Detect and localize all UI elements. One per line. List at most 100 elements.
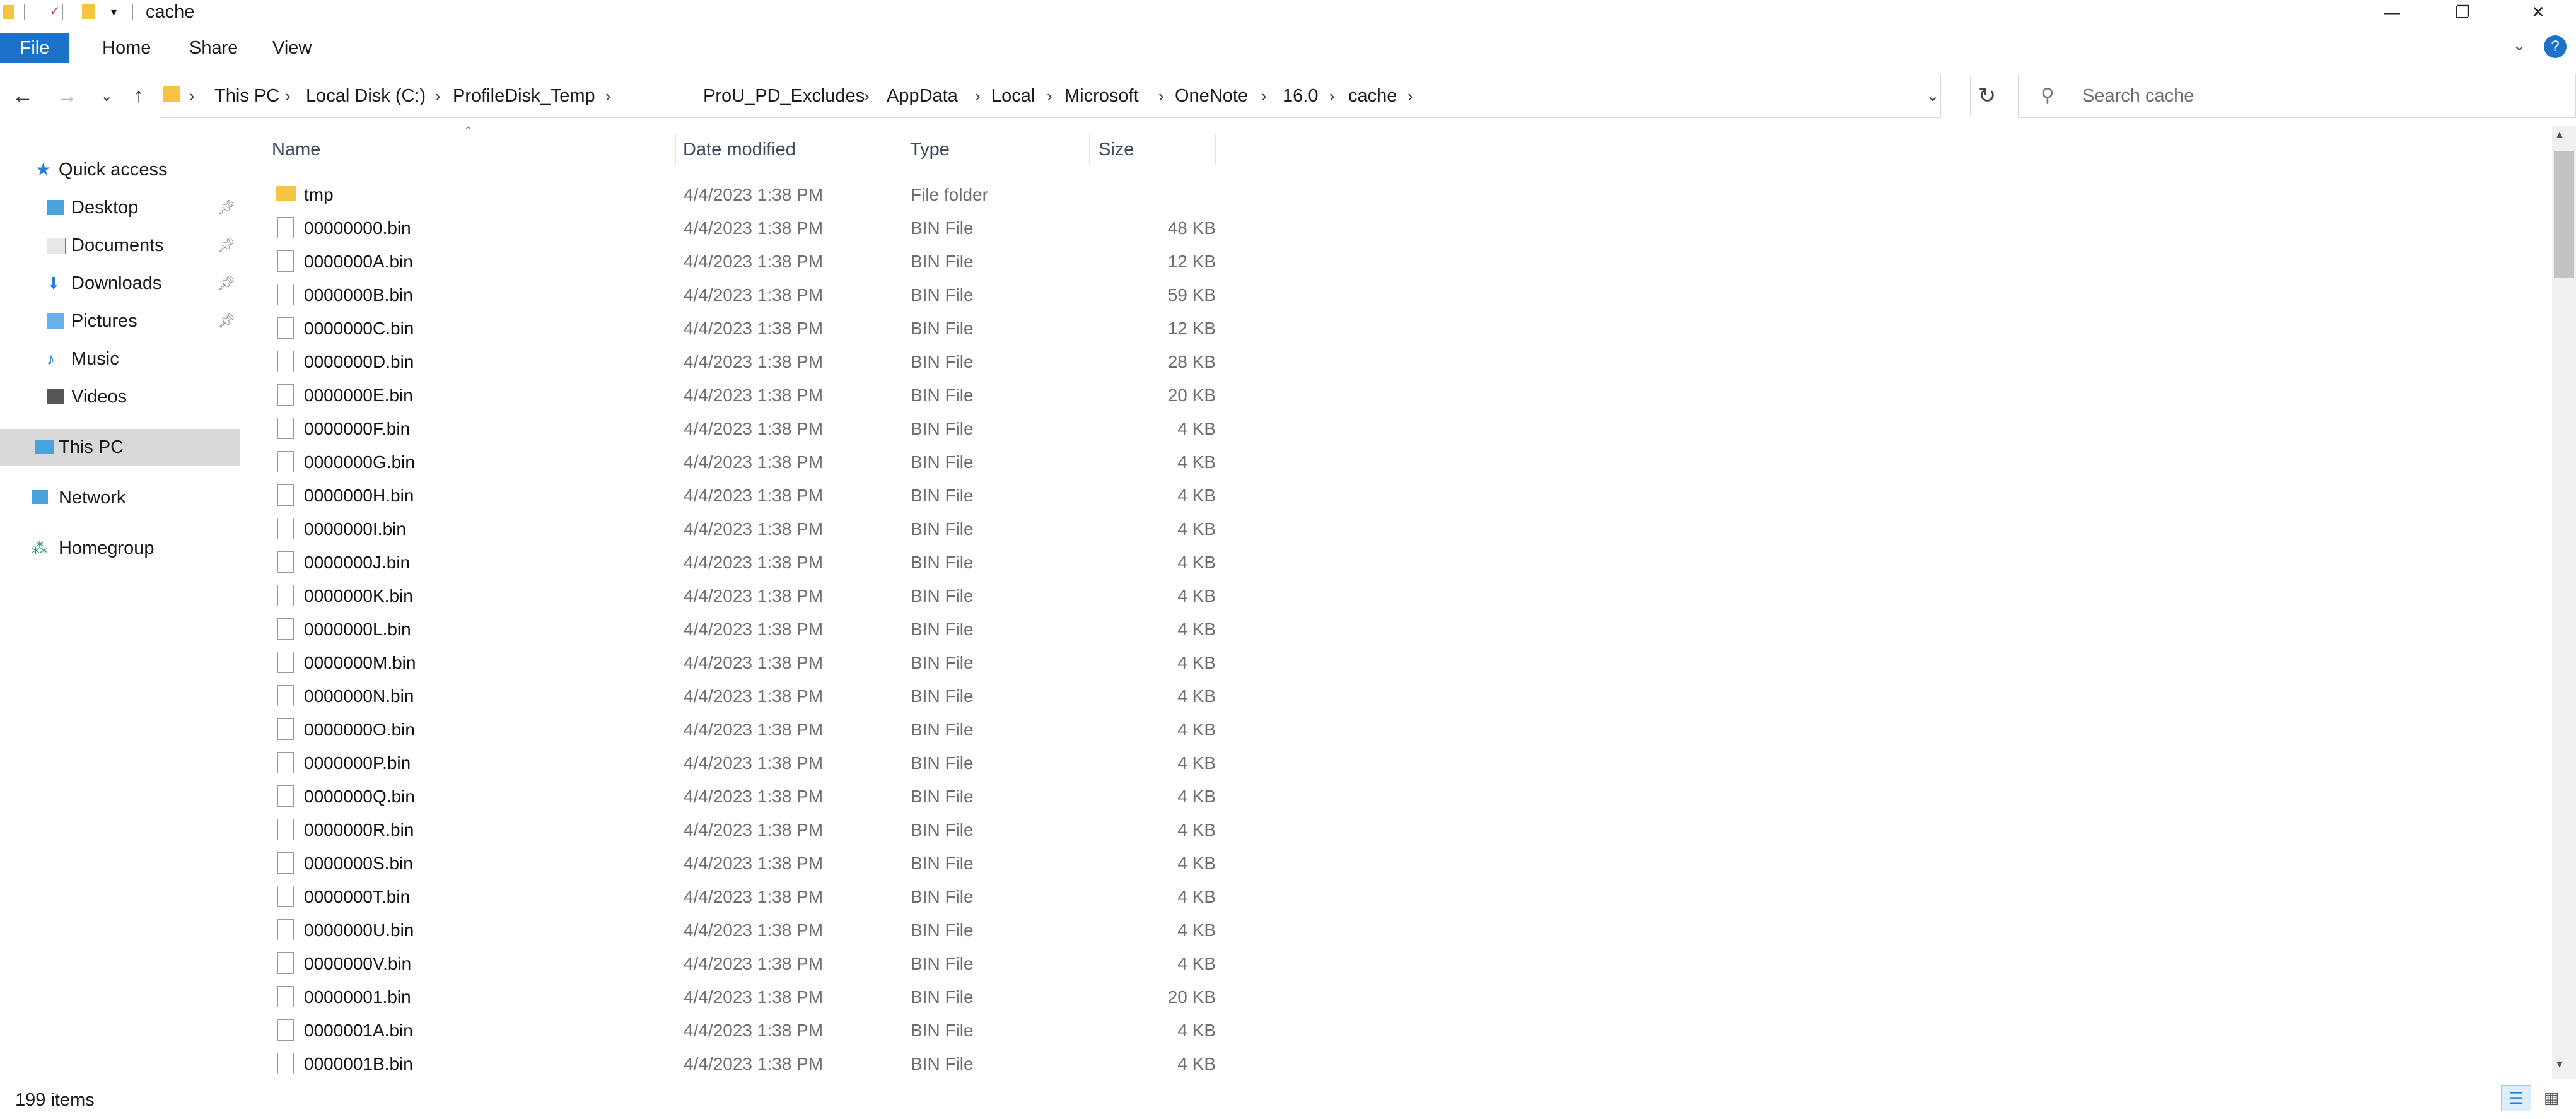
column-header-type[interactable]: Type [910,134,1087,165]
forward-icon[interactable]: → [52,77,82,115]
file-row[interactable]: 0000001B.bin 4/4/2023 1:38 PM BIN File 4 KB [265,1047,1217,1081]
nav-this-pc[interactable]: This PC [0,429,240,466]
tab-file[interactable]: File [0,33,69,63]
restore-icon[interactable]: ❐ [2428,0,2497,24]
nav-quick-access[interactable]: ★ Quick access [0,151,240,188]
column-header-name[interactable]: Name [272,134,675,165]
chevron-right-icon[interactable]: › [435,74,441,118]
file-row[interactable]: 0000000E.bin 4/4/2023 1:38 PM BIN File 20 K… [265,378,1217,412]
minimize-icon[interactable]: — [2357,0,2427,24]
folder-icon [276,186,296,201]
chevron-right-icon[interactable]: › [605,74,611,118]
file-row[interactable]: 0000000J.bin 4/4/2023 1:38 PM BIN File 4 KB [265,546,1217,579]
breadcrumb-prou-pd-excludes[interactable]: ProU_PD_Excludes [703,74,865,118]
file-row[interactable]: tmp 4/4/2023 1:38 PM File folder [265,178,1217,211]
breadcrumb-microsoft[interactable]: Microsoft [1064,74,1139,118]
tab-share[interactable]: Share [189,33,238,63]
file-row[interactable]: 0000000L.bin 4/4/2023 1:38 PM BIN File 4 KB [265,612,1217,646]
breadcrumb-appdata[interactable]: AppData [887,74,958,118]
tab-view[interactable]: View [272,33,312,63]
file-row[interactable]: 0000000H.bin 4/4/2023 1:38 PM BIN File 4 KB [265,479,1217,512]
nav-item-music[interactable]: ♪ Music [0,341,240,377]
file-row[interactable]: 0000000G.bin 4/4/2023 1:38 PM BIN File 4 KB [265,445,1217,479]
nav-homegroup[interactable]: ⁂ Homegroup [0,530,240,566]
nav-item-videos[interactable]: Videos [0,378,240,415]
file-row[interactable]: 0000000B.bin 4/4/2023 1:38 PM BIN File 59 K… [265,278,1217,312]
new-folder-icon[interactable] [82,4,95,19]
file-row[interactable]: 0000000Q.bin 4/4/2023 1:38 PM BIN File 4 KB [265,780,1217,813]
pin-icon[interactable]: 📌︎ [218,265,235,302]
expand-ribbon-icon[interactable]: ⌄ [2512,35,2526,55]
file-icon [277,250,294,272]
breadcrumb-local-disk[interactable]: Local Disk (C:) [306,74,426,118]
breadcrumb-onenote[interactable]: OneNote [1175,74,1248,118]
chevron-right-icon[interactable]: › [285,74,291,118]
column-header-size[interactable]: Size [1099,134,1212,165]
file-size: 20 KB [1167,385,1216,405]
column-divider[interactable] [1089,134,1090,165]
file-row[interactable]: 0000000R.bin 4/4/2023 1:38 PM BIN File 4 KB [265,813,1217,847]
file-row[interactable]: 0000000D.bin 4/4/2023 1:38 PM BIN File 28 K… [265,345,1217,378]
refresh-icon[interactable]: ↻ [1970,77,2003,115]
recent-locations-icon[interactable]: ⌄ [91,77,122,115]
close-icon[interactable]: ✕ [2503,0,2573,24]
file-row[interactable]: 00000000.bin 4/4/2023 1:38 PM BIN File 48 K… [265,211,1217,245]
file-row[interactable]: 0000000P.bin 4/4/2023 1:38 PM BIN File 4 KB [265,746,1217,780]
pin-icon[interactable]: 📌︎ [218,227,235,264]
chevron-right-icon[interactable]: › [864,74,870,118]
breadcrumb-local[interactable]: Local [991,74,1035,118]
file-row[interactable]: 0000000C.bin 4/4/2023 1:38 PM BIN File 12 K… [265,312,1217,345]
nav-item-pictures[interactable]: Pictures 📌︎ [0,303,240,339]
nav-item-documents[interactable]: Documents 📌︎ [0,227,240,264]
title-bar: ✓ ▾ cache — ❐ ✕ [0,0,2576,24]
file-row[interactable]: 0000000U.bin 4/4/2023 1:38 PM BIN File 4 KB [265,913,1217,947]
file-date: 4/4/2023 1:38 PM [684,218,824,238]
nav-item-downloads[interactable]: ⬇ Downloads 📌︎ [0,265,240,302]
breadcrumb-profiledisk-temp[interactable]: ProfileDisk_Temp [453,74,595,118]
file-icon [277,685,294,706]
file-size: 4 KB [1177,954,1216,973]
column-divider[interactable] [1215,134,1216,165]
file-row[interactable]: 0000000F.bin 4/4/2023 1:38 PM BIN File 4 KB [265,412,1217,445]
help-icon[interactable]: ? [2544,35,2567,58]
details-view-icon[interactable]: ☰ [2501,1085,2531,1111]
file-row[interactable]: 0000001A.bin 4/4/2023 1:38 PM BIN File 4 KB [265,1014,1217,1047]
chevron-right-icon[interactable]: › [1329,74,1335,118]
breadcrumb-cache[interactable]: cache [1348,74,1397,118]
file-row[interactable]: 0000000K.bin 4/4/2023 1:38 PM BIN File 4 KB [265,579,1217,612]
customize-toolbar-icon[interactable]: ▾ [111,4,117,20]
nav-item-desktop[interactable]: Desktop 📌︎ [0,189,240,226]
file-row[interactable]: 0000000N.bin 4/4/2023 1:38 PM BIN File 4 KB [265,679,1217,713]
breadcrumb-this-pc[interactable]: This PC [214,74,279,118]
nav-network[interactable]: Network [0,479,240,516]
file-row[interactable]: 0000000M.bin 4/4/2023 1:38 PM BIN File 4 KB [265,646,1217,679]
scroll-down-icon[interactable]: ▾ [2556,1056,2563,1072]
file-row[interactable]: 0000000I.bin 4/4/2023 1:38 PM BIN File 4 KB [265,512,1217,546]
properties-icon[interactable]: ✓ [47,4,63,20]
chevron-right-icon[interactable]: › [1261,74,1267,118]
file-type: BIN File [911,753,974,773]
file-row[interactable]: 0000000O.bin 4/4/2023 1:38 PM BIN File 4 KB [265,713,1217,746]
scrollbar-thumb[interactable] [2554,151,2574,278]
back-icon[interactable]: ← [8,77,38,115]
file-row[interactable]: 0000000T.bin 4/4/2023 1:38 PM BIN File 4 KB [265,880,1217,913]
pin-icon[interactable]: 📌︎ [218,189,235,226]
chevron-right-icon[interactable]: › [1407,74,1413,118]
scroll-up-icon[interactable]: ▴ [2556,126,2563,142]
file-row[interactable]: 0000000A.bin 4/4/2023 1:38 PM BIN File 12 K… [265,245,1217,278]
up-icon[interactable]: ↑ [124,77,154,115]
file-row[interactable]: 00000001.bin 4/4/2023 1:38 PM BIN File 20 K… [265,980,1217,1014]
file-row[interactable]: 0000000S.bin 4/4/2023 1:38 PM BIN File 4 KB [265,847,1217,880]
chevron-right-icon[interactable]: › [1047,74,1052,118]
chevron-right-icon[interactable]: › [1158,74,1164,118]
breadcrumb-16-0[interactable]: 16.0 [1283,74,1318,118]
column-divider[interactable] [675,134,676,165]
address-history-icon[interactable]: ⌄ [1926,86,1940,105]
large-icons-view-icon[interactable]: ▦ [2538,1085,2565,1110]
pin-icon[interactable]: 📌︎ [218,303,235,339]
chevron-right-icon[interactable]: › [975,74,981,118]
column-header-date[interactable]: Date modified [683,134,897,165]
tab-home[interactable]: Home [102,33,151,63]
chevron-right-icon[interactable]: › [189,74,195,118]
file-row[interactable]: 0000000V.bin 4/4/2023 1:38 PM BIN File 4 KB [265,947,1217,980]
